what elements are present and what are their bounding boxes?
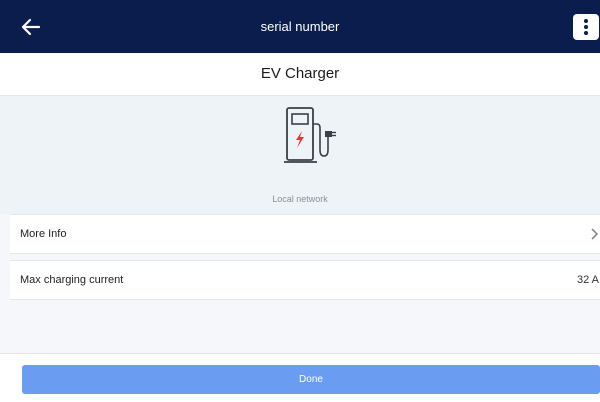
more-info-row[interactable]: More Info — [10, 214, 600, 254]
top-app-bar: serial number — [0, 0, 600, 53]
ev-charger-icon — [284, 107, 336, 163]
max-charging-current-row[interactable]: Max charging current 32 A — [10, 260, 600, 300]
app-bar-title: serial number — [260, 19, 340, 34]
connection-status: Local network — [272, 194, 328, 204]
chevron-right-icon — [591, 228, 598, 240]
footer: Done — [0, 353, 600, 402]
max-charging-current-label: Max charging current — [20, 274, 124, 286]
done-button[interactable]: Done — [22, 365, 600, 394]
device-title: EV Charger — [0, 53, 600, 96]
max-charging-current-value: 32 A — [576, 274, 599, 286]
more-vertical-icon[interactable] — [573, 14, 599, 40]
more-info-label: More Info — [20, 228, 67, 240]
device-panel: Local network — [0, 96, 600, 214]
